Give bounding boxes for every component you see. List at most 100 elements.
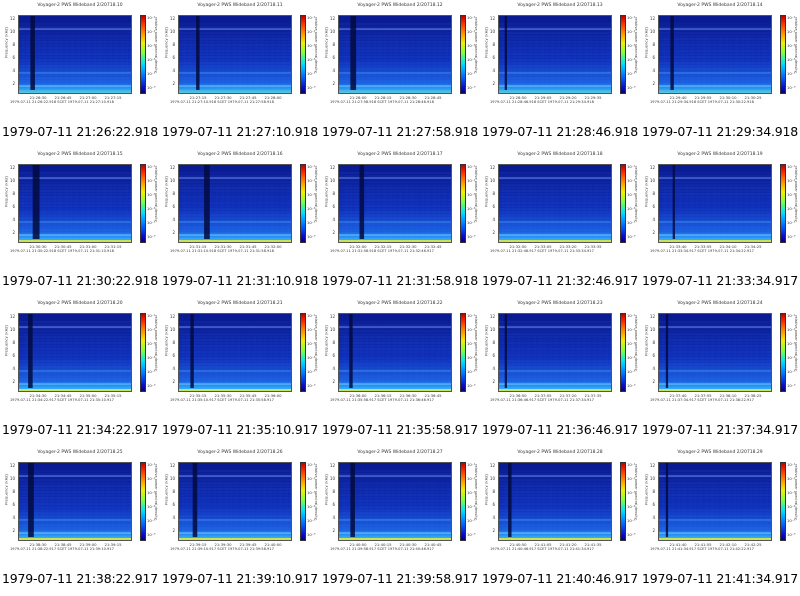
spectrogram-panel[interactable]: Voyager-2 PWS Wideband 2/20718.18 Freque… [480,149,640,298]
y-tick-label: 10 [169,29,175,34]
panel-caption-timestamp[interactable]: 1979-07-11 21:39:58.917 [320,571,480,586]
panel-caption-timestamp[interactable]: 1979-07-11 21:38:22.917 [0,571,160,586]
colorbar-label: relative power spectral density [794,166,798,222]
colorbar [140,164,146,243]
y-tick-label: 8 [332,191,335,196]
y-tick-label: 12 [329,16,335,21]
spectrogram-plot [658,15,772,94]
y-tick-label: 12 [169,16,175,21]
spectrogram-panel[interactable]: Voyager-2 PWS Wideband 2/20718.29 Freque… [640,447,800,596]
panel-caption-timestamp[interactable]: 1979-07-11 21:33:34.917 [640,273,800,288]
panel-caption-timestamp[interactable]: 1979-07-11 21:31:58.918 [320,273,480,288]
y-tick-label: 10 [649,29,655,34]
panel-caption-timestamp[interactable]: 1979-07-11 21:35:58.917 [320,422,480,437]
y-axis-ticks: 12 10 8 6 4 2 [165,312,175,392]
y-tick-label: 6 [172,204,175,209]
panel-caption-timestamp[interactable]: 1979-07-11 21:26:22.918 [0,124,160,139]
spectrogram-panel[interactable]: Voyager-2 PWS Wideband 2/20718.25 Freque… [0,447,160,596]
spectrogram-panel[interactable]: Voyager-2 PWS Wideband 2/20718.21 Freque… [160,298,320,447]
y-tick-label: 8 [492,191,495,196]
colorbar-label: relative power spectral density [634,464,638,520]
spectrogram-panel[interactable]: Voyager-2 PWS Wideband 2/20718.28 Freque… [480,447,640,596]
y-tick-label: 4 [12,366,15,371]
y-tick-label: 12 [9,16,15,21]
y-tick-label: 6 [332,353,335,358]
colorbar-tick-label: 10⁻⁶ [787,234,796,239]
spectrogram-image [499,16,611,93]
y-tick-label: 4 [492,68,495,73]
y-tick-label: 12 [169,165,175,170]
colorbar-label: relative power spectral density [474,464,478,520]
spectrogram-plot [658,462,772,541]
y-tick-label: 10 [329,29,335,34]
y-tick-label: 12 [169,463,175,468]
panel-caption-timestamp[interactable]: 1979-07-11 21:37:34.917 [640,422,800,437]
panel-caption-timestamp[interactable]: 1979-07-11 21:35:10.917 [160,422,320,437]
spectrogram-image [339,165,451,242]
y-axis-ticks: 12 10 8 6 4 2 [485,163,495,243]
spectrogram-panel[interactable]: Voyager-2 PWS Wideband 2/20718.12 Freque… [320,0,480,149]
spectrogram-panel[interactable]: Voyager-2 PWS Wideband 2/20718.19 Freque… [640,149,800,298]
panel-caption-timestamp[interactable]: 1979-07-11 21:36:46.917 [480,422,640,437]
scet-range: 1979-07-11 21:30:22.918 SCET 1979-07-11 … [10,249,114,253]
y-tick-label: 4 [652,68,655,73]
spectrogram-panel[interactable]: Voyager-2 PWS Wideband 2/20718.13 Freque… [480,0,640,149]
scet-range: 1979-07-11 21:41:34.917 SCET 1979-07-11 … [650,547,754,551]
spectrogram-panel[interactable]: Voyager-2 PWS Wideband 2/20718.24 Freque… [640,298,800,447]
y-tick-label: 4 [652,217,655,222]
panel-caption-timestamp[interactable]: 1979-07-11 21:39:10.917 [160,571,320,586]
y-tick-label: 2 [12,81,15,86]
spectrogram-panel[interactable]: Voyager-2 PWS Wideband 2/20718.15 Freque… [0,149,160,298]
panel-caption-timestamp[interactable]: 1979-07-11 21:27:58.918 [320,124,480,139]
colorbar-tick-label: 10⁻⁶ [147,532,156,537]
scet-range: 1979-07-11 21:28:46.918 SCET 1979-07-11 … [490,100,594,104]
colorbar-tick-label: 10⁻⁶ [147,85,156,90]
y-tick-label: 4 [332,366,335,371]
spectrogram-panel[interactable]: Voyager-2 PWS Wideband 2/20718.27 Freque… [320,447,480,596]
spectrogram-panel[interactable]: Voyager-2 PWS Wideband 2/20718.26 Freque… [160,447,320,596]
panel-caption-timestamp[interactable]: 1979-07-11 21:32:46.917 [480,273,640,288]
y-tick-label: 12 [649,314,655,319]
y-axis-ticks: 12 10 8 6 4 2 [645,461,655,541]
panel-caption-timestamp[interactable]: 1979-07-11 21:27:10.918 [160,124,320,139]
spectrogram-panel[interactable]: Voyager-2 PWS Wideband 2/20718.23 Freque… [480,298,640,447]
y-tick-label: 8 [172,489,175,494]
spectrogram-panel[interactable]: Voyager-2 PWS Wideband 2/20718.10 Freque… [0,0,160,149]
spectrogram-plot [658,313,772,392]
spectrogram-image [339,314,451,391]
spectrogram-plot [18,15,132,94]
spectrogram-image [179,165,291,242]
scet-range: 1979-07-11 21:39:10.917 SCET 1979-07-11 … [170,547,274,551]
scet-range: 1979-07-11 21:35:58.917 SCET 1979-07-11 … [330,398,434,402]
panel-caption-timestamp[interactable]: 1979-07-11 21:29:34.918 [640,124,800,139]
panel-caption-timestamp[interactable]: 1979-07-11 21:31:10.918 [160,273,320,288]
spectrogram-panel[interactable]: Voyager-2 PWS Wideband 2/20718.16 Freque… [160,149,320,298]
spectrogram-image [179,314,291,391]
colorbar-tick-label: 10⁻⁶ [307,532,316,537]
panel-caption-timestamp[interactable]: 1979-07-11 21:34:22.917 [0,422,160,437]
panel-caption-timestamp[interactable]: 1979-07-11 21:40:46.917 [480,571,640,586]
spectrogram-image [19,463,131,540]
y-tick-label: 10 [649,327,655,332]
y-axis-ticks: 12 10 8 6 4 2 [645,14,655,94]
spectrogram-panel[interactable]: Voyager-2 PWS Wideband 2/20718.20 Freque… [0,298,160,447]
plot-title: Voyager-2 PWS Wideband 2/20718.18 [517,152,603,157]
y-tick-label: 6 [652,55,655,60]
spectrogram-panel[interactable]: Voyager-2 PWS Wideband 2/20718.22 Freque… [320,298,480,447]
spectrogram-plot [18,313,132,392]
panel-caption-timestamp[interactable]: 1979-07-11 21:30:22.918 [0,273,160,288]
colorbar [140,15,146,94]
y-tick-label: 10 [9,178,15,183]
panel-caption-timestamp[interactable]: 1979-07-11 21:41:34.917 [640,571,800,586]
y-tick-label: 4 [492,515,495,520]
spectrogram-panel[interactable]: Voyager-2 PWS Wideband 2/20718.11 Freque… [160,0,320,149]
y-tick-label: 6 [492,353,495,358]
colorbar-tick-label: 10⁻⁶ [467,234,476,239]
colorbar [300,164,306,243]
colorbar-label: relative power spectral density [474,166,478,222]
spectrogram-panel[interactable]: Voyager-2 PWS Wideband 2/20718.17 Freque… [320,149,480,298]
plot-title: Voyager-2 PWS Wideband 2/20718.12 [357,3,443,8]
y-axis-ticks: 12 10 8 6 4 2 [5,312,15,392]
panel-caption-timestamp[interactable]: 1979-07-11 21:28:46.918 [480,124,640,139]
spectrogram-panel[interactable]: Voyager-2 PWS Wideband 2/20718.14 Freque… [640,0,800,149]
